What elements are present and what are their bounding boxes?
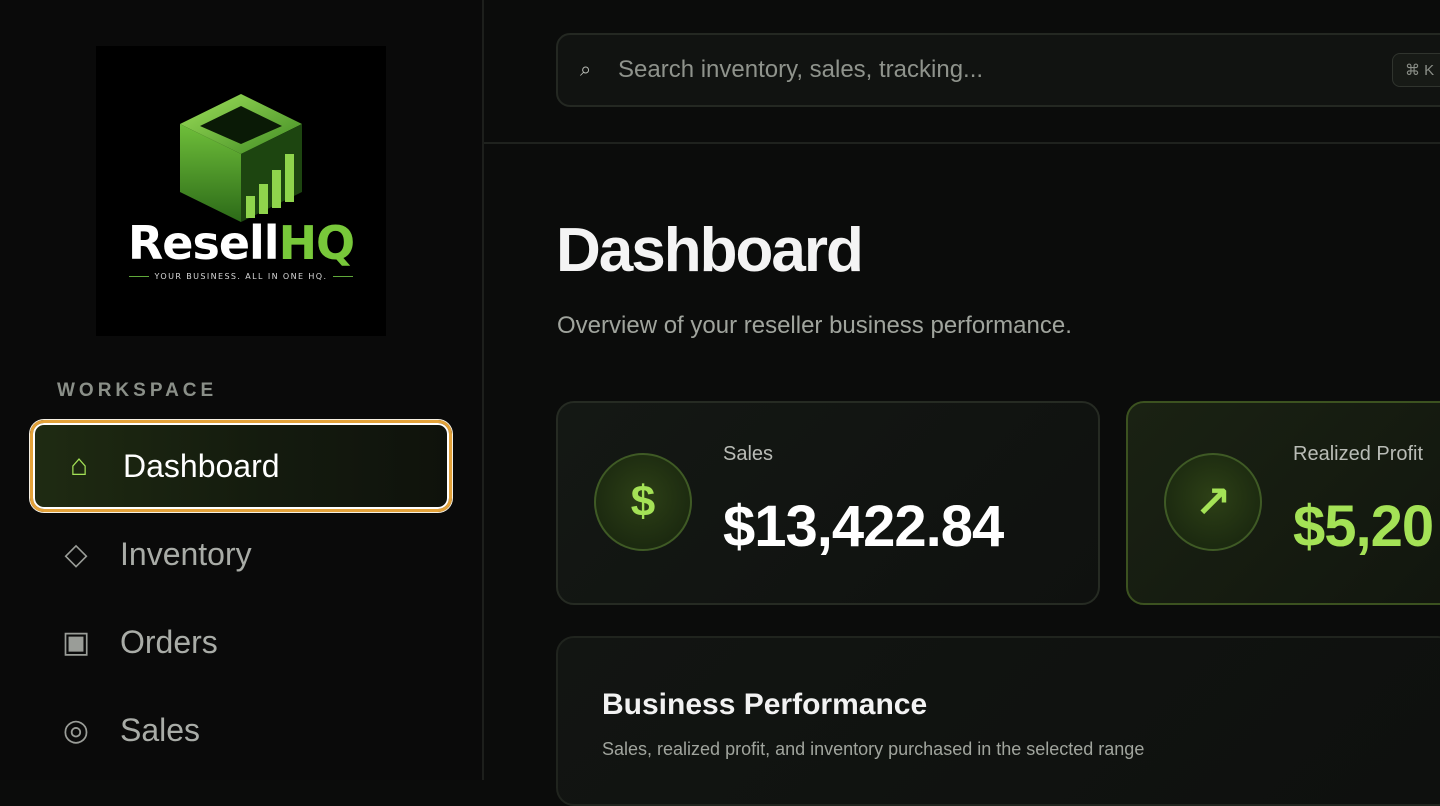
sidebar: ResellHQ YOUR BUSINESS. ALL IN ONE HQ. W…	[0, 0, 484, 780]
page-title: Dashboard	[556, 216, 864, 285]
stat-card-realized-profit[interactable]: ↗ Realized Profit $5,20	[1126, 401, 1440, 605]
shortcut-badge: ⌘ K	[1392, 53, 1440, 87]
sidebar-item-sales[interactable]: ◎ Sales	[30, 685, 452, 775]
brand-logo[interactable]: ResellHQ YOUR BUSINESS. ALL IN ONE HQ.	[96, 46, 386, 336]
stat-value: $13,422.84	[723, 494, 1004, 559]
square-icon: ▣	[61, 625, 91, 659]
stat-value: $5,20	[1293, 494, 1434, 559]
diamond-icon: ◇	[64, 537, 88, 571]
cube-chart-icon	[180, 94, 302, 222]
home-icon: ⌂	[69, 449, 89, 482]
search-bar[interactable]: ⌕ ⌘ K	[556, 33, 1440, 107]
stat-label: Realized Profit	[1293, 443, 1424, 465]
sidebar-item-dashboard[interactable]: ⌂ Dashboard	[30, 420, 452, 512]
sidebar-item-orders[interactable]: ▣ Orders	[30, 597, 452, 687]
sidebar-item-label: Dashboard	[123, 447, 280, 484]
stat-card-sales[interactable]: $ Sales $13,422.84	[556, 401, 1100, 605]
stat-label: Sales	[723, 443, 774, 465]
sidebar-section-label: WORKSPACE	[57, 380, 218, 401]
search-icon: ⌕	[580, 58, 592, 81]
search-input[interactable]	[616, 55, 1440, 85]
business-performance-panel: Business Performance Sales, realized pro…	[556, 636, 1440, 806]
page-subtitle: Overview of your reseller business perfo…	[557, 312, 1072, 339]
sidebar-item-label: Inventory	[120, 535, 252, 572]
brand-name-accent: HQ	[278, 216, 356, 270]
topbar: ⌕ ⌘ K	[484, 0, 1440, 144]
brand-tagline: YOUR BUSINESS. ALL IN ONE HQ.	[154, 272, 328, 281]
brand-name: Resell	[127, 216, 280, 270]
sidebar-item-label: Orders	[120, 623, 218, 660]
panel-subtitle: Sales, realized profit, and inventory pu…	[602, 739, 1145, 759]
brand-wordmark: ResellHQ	[96, 216, 386, 270]
panel-title: Business Performance	[602, 688, 928, 721]
sidebar-item-label: Sales	[120, 711, 201, 748]
sidebar-item-inventory[interactable]: ◇ Inventory	[30, 509, 452, 599]
dollar-icon: $	[594, 453, 692, 551]
brand-tagline-row: YOUR BUSINESS. ALL IN ONE HQ.	[96, 272, 386, 281]
arrow-up-right-icon: ↗	[1164, 453, 1262, 551]
circle-icon: ◎	[62, 713, 90, 747]
